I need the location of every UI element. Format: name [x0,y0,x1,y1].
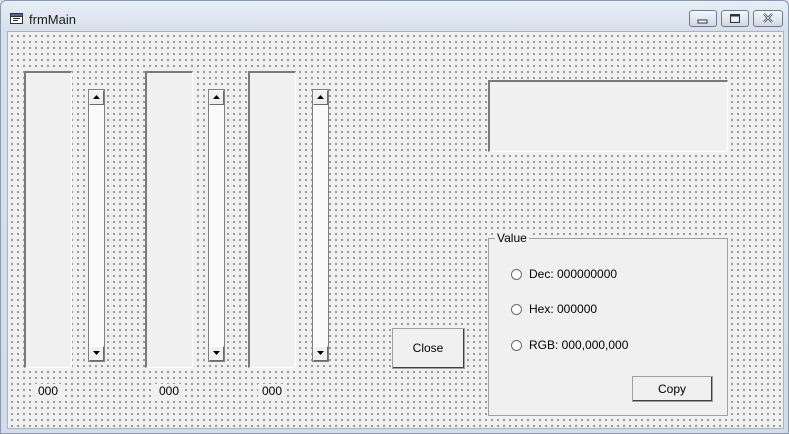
vertical-scrollbar-1[interactable] [88,89,105,362]
scroll-up-button-2[interactable] [209,90,224,105]
scroll-down-button-2[interactable] [209,346,224,361]
scroll-down-button-3[interactable] [313,346,328,361]
scroll-track-3[interactable] [313,105,328,346]
channel-value-label-2: 000 [155,384,183,398]
form-icon [10,13,23,24]
radio-dec[interactable]: Dec: 000000000 [511,266,622,282]
combined-color-preview [488,80,728,152]
copy-button[interactable]: Copy [632,376,713,402]
vertical-scrollbar-3[interactable] [312,89,329,362]
radio-dec-label: Dec: 000000000 [529,267,618,281]
form-client-area: 000 000 000 Close Value Dec: 000000000 H… [7,31,784,429]
channel-value-label-1: 000 [34,384,62,398]
radio-rgb[interactable]: RGB: 000,000,000 [511,337,633,353]
radio-rgb-label: RGB: 000,000,000 [529,338,629,352]
scroll-down-button-1[interactable] [89,346,104,361]
main-window: frmMain 000 000 000 Close Value Dec: 000… [0,0,789,434]
radio-hex[interactable]: Hex: 000000 [511,301,602,317]
arrow-down-icon [317,351,324,355]
scroll-up-button-3[interactable] [313,90,328,105]
scroll-track-1[interactable] [89,105,104,346]
radio-button-rgb[interactable] [511,339,522,351]
title-bar[interactable]: frmMain [1,1,788,31]
close-button[interactable]: Close [392,328,465,369]
minimize-icon [697,19,708,24]
color-preview-box-1 [24,71,72,368]
close-icon [763,13,773,23]
scroll-up-button-1[interactable] [89,90,104,105]
window-title: frmMain [29,12,76,27]
value-frame-caption: Value [495,231,529,245]
minimize-button[interactable] [689,10,717,27]
radio-hex-label: Hex: 000000 [529,302,598,316]
color-preview-box-2 [145,71,193,368]
value-frame: Value Dec: 000000000 Hex: 000000 RGB: 00… [488,231,728,416]
scroll-track-2[interactable] [209,105,224,346]
radio-button-hex[interactable] [511,303,522,315]
arrow-up-icon [93,95,100,99]
arrow-down-icon [213,351,220,355]
arrow-up-icon [317,95,324,99]
close-window-button[interactable] [753,10,783,27]
vertical-scrollbar-2[interactable] [208,89,225,362]
maximize-icon [730,14,740,23]
arrow-up-icon [213,95,220,99]
arrow-down-icon [93,351,100,355]
color-preview-box-3 [248,71,296,368]
maximize-button[interactable] [721,10,749,27]
channel-value-label-3: 000 [258,384,286,398]
radio-button-dec[interactable] [511,268,522,280]
